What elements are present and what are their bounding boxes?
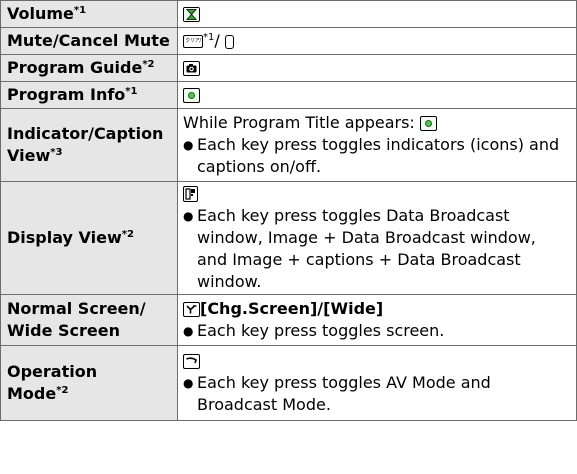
- footnote-mark: *2: [142, 59, 155, 70]
- row-description: ● Each key press toggles AV Mode and Broa…: [177, 345, 577, 421]
- bullet-text: Each key press toggles indicators (icons…: [197, 135, 560, 176]
- display-key-icon: [183, 186, 198, 202]
- row-label: Display View*2: [0, 181, 178, 295]
- separator-text: /: [214, 31, 225, 50]
- footnote-mark: *2: [121, 229, 134, 240]
- bullet-item: ● Each key press toggles Data Broadcast w…: [183, 205, 570, 293]
- bullet-icon: ●: [183, 376, 194, 390]
- label-text: Operation: [7, 362, 98, 381]
- bullet-text: Each key press toggles AV Mode and Broad…: [197, 373, 491, 414]
- row-label: Indicator/Caption View*3: [0, 108, 178, 182]
- label-text: Wide Screen: [7, 321, 120, 340]
- command-line: [Chg.Screen]/[Wide]: [183, 298, 570, 320]
- key-line: [183, 183, 570, 205]
- bullet-item: ● Each key press toggles AV Mode and Broa…: [183, 372, 570, 416]
- intro-text: While Program Title appears:: [183, 113, 420, 132]
- footnote-mark: *1: [73, 5, 87, 16]
- bullet-icon: ●: [183, 324, 194, 338]
- row-label: Program Info*1: [0, 81, 178, 109]
- bullet-icon: ●: [183, 138, 194, 152]
- table-row: Program Info*1: [0, 81, 577, 109]
- camera-key-icon: [183, 61, 200, 76]
- row-label: Mute/Cancel Mute: [0, 27, 178, 55]
- green-center-key-icon: [183, 88, 200, 103]
- phone-key-icon: [183, 354, 200, 369]
- y-key-icon: [183, 302, 200, 317]
- footnote-mark: *2: [56, 385, 69, 396]
- label-text: Volume: [7, 4, 74, 23]
- row-description: [Chg.Screen]/[Wide] ● Each key press togg…: [177, 294, 577, 346]
- bullet-text: Each key press toggles screen.: [197, 321, 445, 340]
- label-text: Normal Screen/: [7, 299, 146, 318]
- intro-line: While Program Title appears:: [183, 112, 570, 134]
- bullet-text: Each key press toggles Data Broadcast wi…: [197, 206, 536, 291]
- footnote-mark: *3: [50, 147, 63, 158]
- row-description: ● Each key press toggles Data Broadcast w…: [177, 181, 577, 295]
- table-row: Normal Screen/Wide Screen [Chg.Screen]/[…: [0, 294, 577, 346]
- table-row: Indicator/Caption View*3 While Program T…: [0, 108, 577, 182]
- bullet-item: ● Each key press toggles indicators (icon…: [183, 134, 570, 178]
- row-label: Volume*1: [0, 0, 178, 28]
- green-center-key-icon: [419, 116, 437, 131]
- footnote-mark: *1: [203, 32, 215, 43]
- bullet-item: ● Each key press toggles screen.: [183, 320, 570, 342]
- row-label: Program Guide*2: [0, 54, 178, 82]
- bullet-icon: ●: [183, 209, 194, 223]
- row-label: Normal Screen/Wide Screen: [0, 294, 178, 346]
- volume-key-icon: [183, 7, 200, 22]
- row-description: [177, 54, 577, 82]
- table-row: Operation Mode*2 ● Each key press toggles …: [0, 345, 577, 421]
- row-description: [177, 0, 577, 28]
- row-description: While Program Title appears: ● Each key p…: [177, 108, 577, 182]
- row-label: Operation Mode*2: [0, 345, 178, 421]
- softkey-command: [Chg.Screen]/[Wide]: [200, 299, 384, 318]
- label-text: Program Guide: [7, 58, 143, 77]
- label-text: Mute/Cancel Mute: [7, 31, 170, 50]
- label-text: Display View: [7, 228, 122, 247]
- function-table: Volume*1 Mute/Cancel Mute クリア/メモ*1/ Prog…: [0, 0, 577, 421]
- table-row: Program Guide*2: [0, 54, 577, 82]
- label-text: Mode: [7, 384, 57, 403]
- row-description: [177, 81, 577, 109]
- row-description: クリア/メモ*1/: [177, 27, 577, 55]
- table-row: Volume*1: [0, 0, 577, 28]
- label-text: Program Info: [7, 85, 126, 104]
- blank-key-icon: [224, 35, 234, 49]
- table-row: Mute/Cancel Mute クリア/メモ*1/: [0, 27, 577, 55]
- key-line: [183, 350, 570, 372]
- label-text: Indicator/Caption View: [7, 124, 164, 165]
- footnote-mark: *1: [125, 86, 138, 97]
- table-row: Display View*2 ● Each key press toggles D…: [0, 181, 577, 295]
- clear-memo-key-icon: クリア/メモ: [183, 35, 203, 48]
